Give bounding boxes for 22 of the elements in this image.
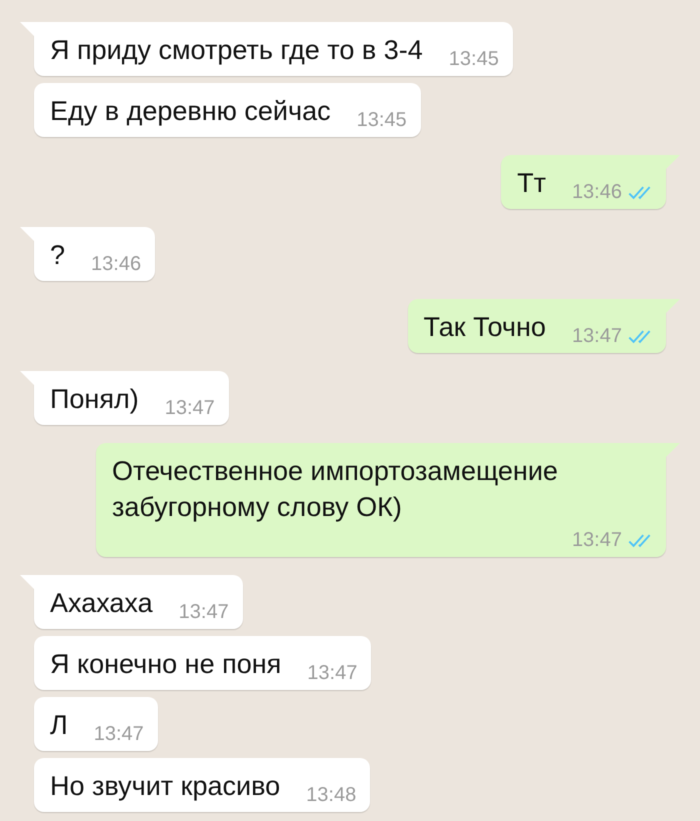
message-time: 13:47: [178, 600, 229, 624]
message-time: 13:45: [448, 47, 499, 71]
message-text: Я конечно не поня: [50, 648, 282, 681]
message-time: 13:47: [307, 661, 358, 685]
message-time: 13:46: [91, 252, 142, 276]
message-text: Я приду смотреть где то в 3-4: [50, 34, 423, 67]
message-time: 13:48: [306, 783, 356, 807]
message-time: 13:47: [94, 722, 144, 746]
message-time: 13:47: [572, 324, 622, 348]
message-text: ?: [50, 239, 66, 272]
message-time: 13:47: [164, 396, 215, 420]
message-text: Тт: [517, 167, 546, 200]
message-text: Так Точно: [424, 311, 546, 344]
message-text: Отечественное импортозамещение забугорному слову ОК): [112, 455, 559, 524]
message-text: Еду в деревню сейчас: [50, 95, 331, 128]
message-text: Ахахаха: [50, 587, 153, 620]
message-time: 13:45: [356, 108, 407, 132]
message-time: 13:46: [572, 180, 622, 204]
message-time: 13:47: [572, 528, 622, 552]
message-text: Но звучит красиво: [50, 770, 280, 803]
message-text: Л: [50, 709, 68, 742]
message-text: Понял): [50, 383, 139, 416]
